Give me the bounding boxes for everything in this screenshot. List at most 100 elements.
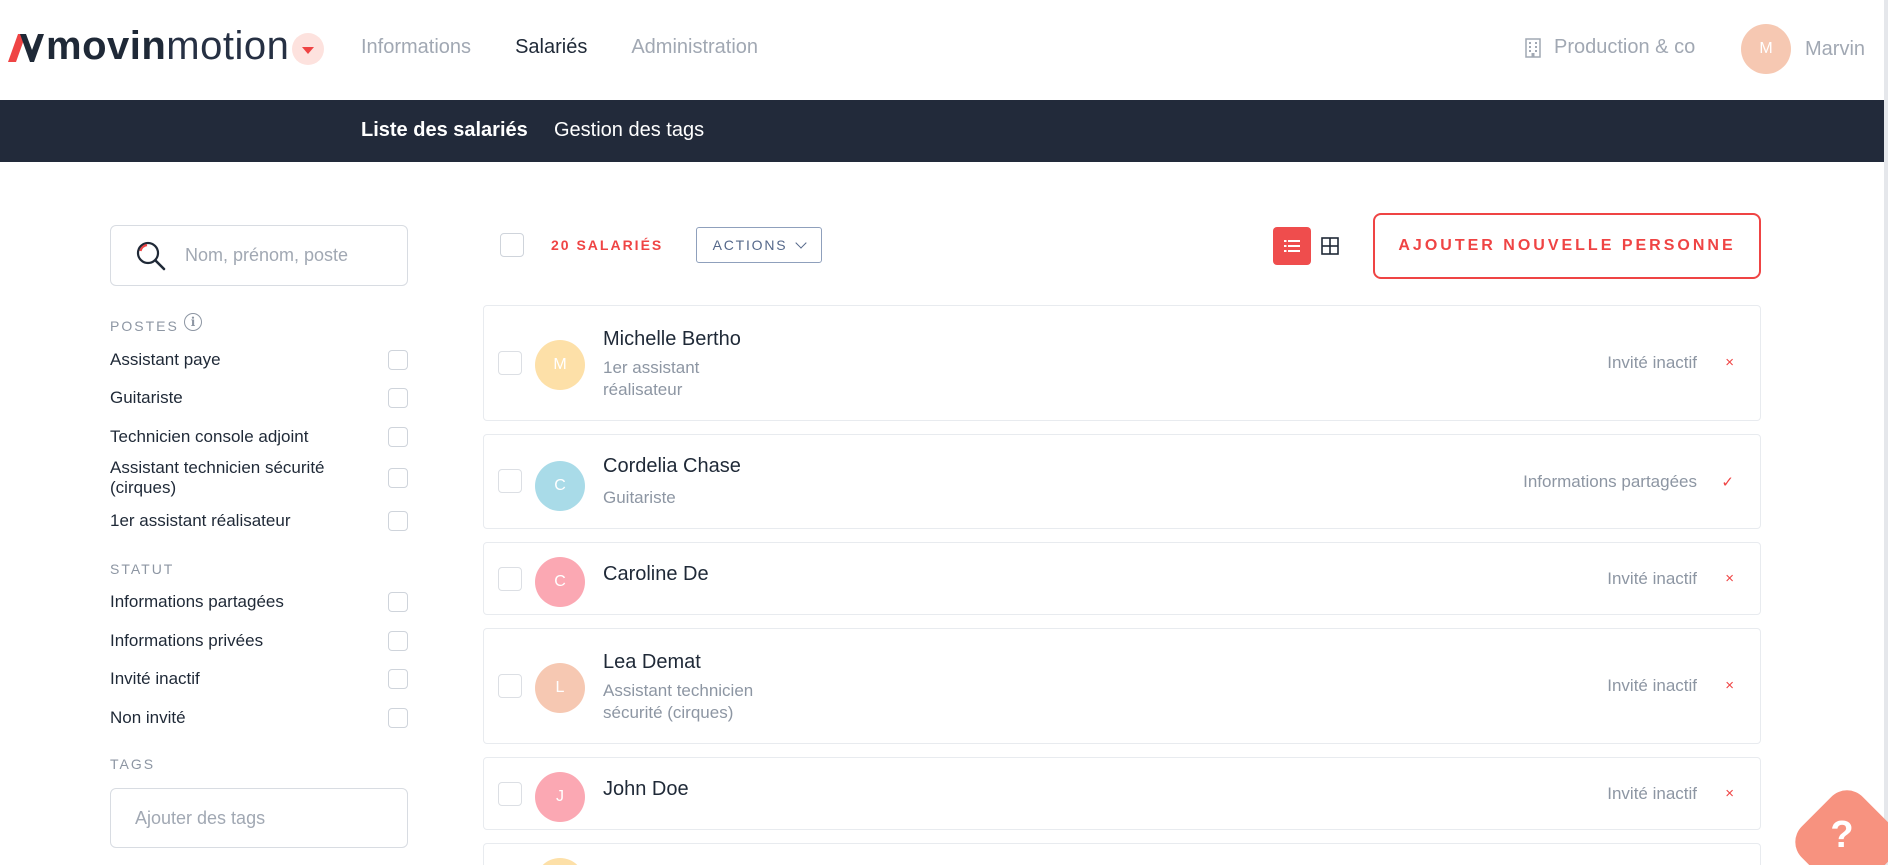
help-question-icon[interactable]: ? xyxy=(1827,814,1857,857)
employee-card[interactable]: C Caroline De Invité inactif × xyxy=(483,542,1761,615)
filter-checkbox[interactable] xyxy=(388,708,408,728)
info-icon[interactable]: i xyxy=(184,313,202,331)
employee-name: Michelle Bertho xyxy=(603,328,741,350)
caret-down-icon xyxy=(302,47,314,54)
filter-checkbox[interactable] xyxy=(388,427,408,447)
employee-card-partial[interactable] xyxy=(483,843,1761,865)
row-checkbox[interactable] xyxy=(498,469,522,493)
employee-card[interactable]: L Lea Demat Assistant technicien sécurit… xyxy=(483,628,1761,744)
company-name: Production & co xyxy=(1554,36,1696,58)
status-inactive-icon: × xyxy=(1725,354,1734,371)
filter-checkbox[interactable] xyxy=(388,631,408,651)
actions-label: ACTIONS xyxy=(712,237,788,253)
employee-role: Guitariste xyxy=(603,488,676,507)
status-inactive-icon: × xyxy=(1725,677,1734,694)
filter-label: Assistant paye xyxy=(110,350,221,369)
employee-card[interactable]: J John Doe Invité inactif × xyxy=(483,757,1761,830)
actions-dropdown-button[interactable]: ACTIONS xyxy=(696,227,822,263)
row-checkbox[interactable] xyxy=(498,351,522,375)
status-shared-check-icon: ✓ xyxy=(1721,474,1734,491)
avatar xyxy=(535,858,585,865)
filter-label: Guitariste xyxy=(110,388,183,407)
tags-input[interactable] xyxy=(135,807,385,829)
sub-navigation: Liste des salariés Gestion des tags xyxy=(0,100,1884,162)
filter-label: Technicien console adjoint xyxy=(110,427,309,446)
employee-name: Cordelia Chase xyxy=(603,455,741,477)
add-new-person-button[interactable]: AJOUTER NOUVELLE PERSONNE xyxy=(1373,213,1761,279)
search-box xyxy=(110,225,408,286)
logo-text: movinmotion xyxy=(46,24,290,68)
filter-poste-guitariste[interactable]: Guitariste xyxy=(110,388,408,408)
user-name: Marvin xyxy=(1805,37,1866,60)
statut-section-title: STATUT xyxy=(110,561,175,577)
filter-label: Assistant technicien sécurité (cirques) xyxy=(110,458,325,497)
filter-checkbox[interactable] xyxy=(388,669,408,689)
list-view-button[interactable] xyxy=(1273,227,1311,265)
avatar: L xyxy=(535,663,585,713)
filter-poste-technicien-console[interactable]: Technicien console adjoint xyxy=(110,427,408,447)
user-avatar: M xyxy=(1741,24,1791,74)
filter-label: Non invité xyxy=(110,708,186,727)
filter-statut-non-invite[interactable]: Non invité xyxy=(110,708,408,728)
nav-administration[interactable]: Administration xyxy=(631,36,758,59)
tags-box xyxy=(110,788,408,848)
top-header: movinmotion Informations Salariés Admini… xyxy=(0,0,1888,100)
filter-poste-assistant-technicien[interactable]: Assistant technicien sécurité (cirques) xyxy=(110,458,408,498)
logo-mark-icon xyxy=(8,34,44,62)
movinmotion-logo[interactable]: movinmotion xyxy=(6,22,289,70)
employee-status: Invité inactif xyxy=(1607,353,1697,372)
row-checkbox[interactable] xyxy=(498,674,522,698)
page-scrollbar[interactable] xyxy=(1884,0,1888,865)
employee-count: 20 SALARIÉS xyxy=(551,237,664,253)
user-menu[interactable]: M Marvin xyxy=(1741,24,1865,74)
postes-section-title: POSTES xyxy=(110,318,179,334)
filter-statut-invite-inactif[interactable]: Invité inactif xyxy=(110,669,408,689)
row-checkbox[interactable] xyxy=(498,567,522,591)
tab-gestion-des-tags[interactable]: Gestion des tags xyxy=(554,119,704,142)
filter-poste-1er-assistant[interactable]: 1er assistant réalisateur xyxy=(110,511,408,531)
building-icon xyxy=(1525,37,1541,58)
filter-checkbox[interactable] xyxy=(388,350,408,370)
filter-statut-partagees[interactable]: Informations partagées xyxy=(110,592,408,612)
main-nav: Informations Salariés Administration xyxy=(361,36,758,59)
employee-card[interactable]: M Michelle Bertho 1er assistant réalisat… xyxy=(483,305,1761,421)
tab-liste-des-salaries[interactable]: Liste des salariés xyxy=(361,119,528,142)
nav-informations[interactable]: Informations xyxy=(361,36,471,59)
employee-name: Caroline De xyxy=(603,563,709,585)
employee-status: Informations partagées xyxy=(1523,472,1697,491)
employee-status: Invité inactif xyxy=(1607,569,1697,588)
employee-role: 1er assistant réalisateur xyxy=(603,358,700,399)
select-all-checkbox[interactable] xyxy=(500,233,524,257)
tags-section-title: TAGS xyxy=(110,756,156,772)
list-view-icon xyxy=(1284,240,1300,252)
filter-label: Invité inactif xyxy=(110,669,200,688)
employee-name: Lea Demat xyxy=(603,651,701,673)
filter-label: Informations partagées xyxy=(110,592,284,611)
employee-status: Invité inactif xyxy=(1607,784,1697,803)
search-icon xyxy=(136,241,166,270)
employee-role: Assistant technicien sécurité (cirques) xyxy=(603,681,754,722)
filter-statut-privees[interactable]: Informations privées xyxy=(110,631,408,651)
search-input[interactable] xyxy=(185,245,385,266)
filter-checkbox[interactable] xyxy=(388,468,408,488)
chevron-down-icon xyxy=(795,237,808,249)
status-inactive-icon: × xyxy=(1725,570,1734,587)
avatar: C xyxy=(535,557,585,607)
row-checkbox[interactable] xyxy=(498,782,522,806)
avatar: M xyxy=(535,340,585,390)
status-inactive-icon: × xyxy=(1725,785,1734,802)
employee-card[interactable]: C Cordelia Chase Guitariste Informations… xyxy=(483,434,1761,529)
filter-poste-assistant-paye[interactable]: Assistant paye xyxy=(110,350,408,370)
employee-name: John Doe xyxy=(603,778,689,800)
filter-checkbox[interactable] xyxy=(388,592,408,612)
grid-view-icon[interactable] xyxy=(1320,236,1340,256)
filter-checkbox[interactable] xyxy=(388,388,408,408)
nav-salaries[interactable]: Salariés xyxy=(515,36,587,59)
app-switcher-dropdown[interactable] xyxy=(292,33,324,65)
avatar: J xyxy=(535,772,585,822)
filter-label: Informations privées xyxy=(110,631,264,650)
filter-checkbox[interactable] xyxy=(388,511,408,531)
company-selector[interactable]: Production & co xyxy=(1524,36,1695,59)
avatar: C xyxy=(535,461,585,511)
employee-status: Invité inactif xyxy=(1607,676,1697,695)
